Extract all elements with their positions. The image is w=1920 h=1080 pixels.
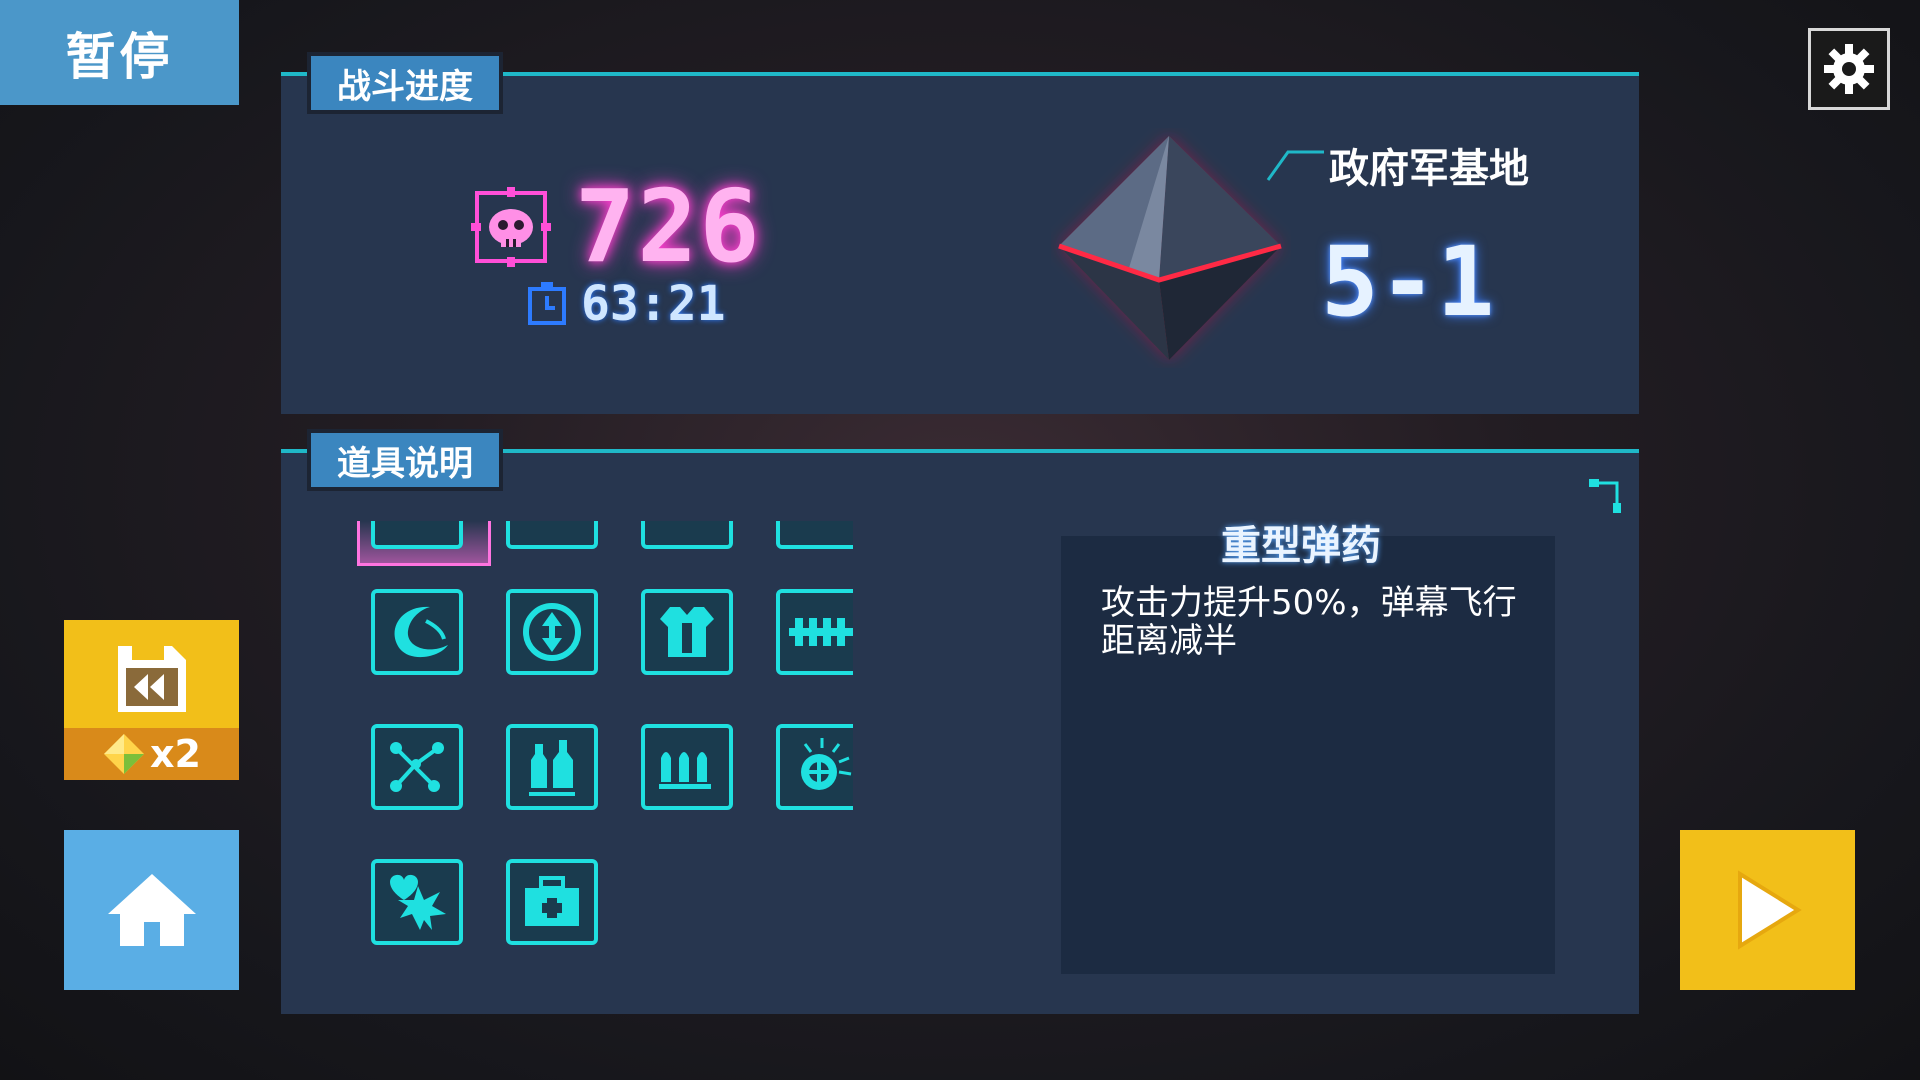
stage-crystal-icon: [1058, 136, 1282, 360]
expand-corner-icon[interactable]: [1587, 477, 1623, 513]
battle-progress-panel: 战斗进度 726 63:21 政府军基地 5-1: [281, 52, 1639, 414]
battle-timer: 63:21: [527, 276, 726, 332]
item-slot[interactable]: [641, 724, 733, 810]
item-slot[interactable]: [371, 589, 463, 675]
bottles-icon: [529, 740, 575, 796]
ammo-belt-icon: [789, 618, 853, 646]
kill-counter: 726: [471, 168, 762, 285]
pause-title: 暂停: [0, 0, 239, 105]
item-slot[interactable]: [506, 521, 598, 549]
elapsed-time: 63:21: [581, 276, 726, 332]
bullets-icon: [659, 752, 711, 789]
item-slot-selected[interactable]: [371, 521, 463, 549]
gear-icon: [1824, 44, 1874, 94]
armor-vest-icon: [660, 607, 714, 657]
home-icon: [107, 874, 196, 946]
resume-button[interactable]: [1680, 830, 1855, 990]
item-slot[interactable]: [506, 859, 598, 945]
item-detail-box: 攻击力提升50%，弹幕飞行距离减半: [1061, 536, 1555, 974]
home-button[interactable]: [64, 830, 239, 990]
crosshair-burst-icon: [801, 738, 852, 790]
item-description-tab: 道具说明: [307, 429, 503, 491]
rewind-save-icon: [118, 646, 186, 712]
medkit-icon: [525, 876, 579, 926]
item-slot[interactable]: [506, 589, 598, 675]
battle-progress-tab: 战斗进度: [307, 52, 503, 114]
item-slot[interactable]: [776, 589, 853, 675]
item-name: 重型弹药: [1221, 523, 1381, 569]
skull-target-icon: [471, 186, 551, 267]
network-nodes-icon: [390, 742, 444, 792]
item-grid: [353, 521, 853, 981]
gem-icon: [104, 734, 145, 774]
item-slot[interactable]: [641, 521, 733, 549]
rewind-multiplier: x2: [150, 732, 201, 776]
play-icon: [1737, 870, 1802, 950]
settings-button[interactable]: [1808, 28, 1890, 110]
item-description: 攻击力提升50%，弹幕飞行距离减半: [1101, 583, 1517, 661]
item-slot[interactable]: [776, 521, 853, 549]
location-pointer-line: [1266, 150, 1324, 181]
item-slot[interactable]: [641, 589, 733, 675]
rewind-save-button[interactable]: x2: [64, 620, 239, 780]
rewind-cost-bar: x2: [64, 728, 239, 780]
item-slot[interactable]: [371, 724, 463, 810]
item-slot[interactable]: [776, 724, 853, 810]
stopwatch-icon: [528, 282, 566, 325]
item-slot[interactable]: [506, 724, 598, 810]
item-slot[interactable]: [371, 859, 463, 945]
item-description-panel: 道具说明 攻击力提升50%，弹幕飞行距离减半 重型弹药: [281, 429, 1639, 1014]
stage-number: 5-1: [1321, 226, 1495, 338]
kill-count: 726: [575, 168, 762, 285]
crescent-wave-icon: [394, 606, 448, 658]
up-down-arrow-icon: [523, 603, 581, 661]
location-name: 政府军基地: [1329, 146, 1529, 192]
heart-explosion-icon: [390, 874, 446, 930]
